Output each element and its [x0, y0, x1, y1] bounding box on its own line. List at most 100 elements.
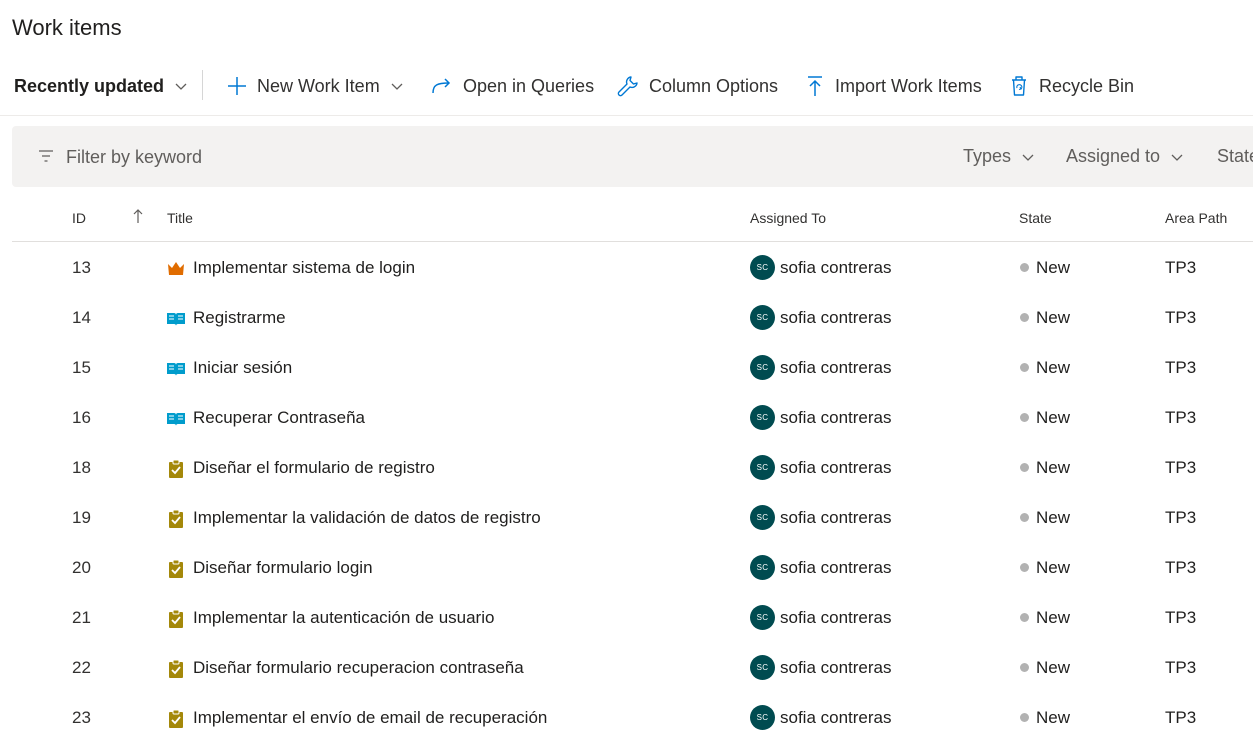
table-row[interactable]: 13 Implementar sistema de login SC sofia co… [0, 244, 1253, 294]
user-story-icon [166, 309, 186, 329]
work-item-title-link[interactable]: Implementar la autenticación de usuario [193, 608, 494, 628]
column-options-label: Column Options [649, 75, 779, 96]
types-filter-dropdown[interactable]: Types [963, 146, 1035, 167]
chevron-down-icon [175, 83, 187, 90]
area-path: TP3 [1165, 658, 1197, 677]
assigned-to-name: sofia contreras [780, 458, 892, 477]
state-dot-icon [1020, 663, 1029, 672]
area-path: TP3 [1165, 308, 1197, 327]
work-item-title-link[interactable]: Diseñar formulario recuperacion contrase… [193, 658, 524, 678]
state-label: New [1036, 458, 1071, 477]
work-item-id: 13 [72, 258, 91, 277]
avatar: SC [750, 455, 775, 480]
work-item-title-link[interactable]: Implementar sistema de login [193, 258, 415, 278]
work-item-title-link[interactable]: Registrarme [193, 308, 286, 328]
sort-ascending-icon[interactable] [133, 208, 143, 224]
work-item-title-link[interactable]: Implementar el envío de email de recuper… [193, 708, 547, 728]
table-row[interactable]: 18 Diseñar el formulario de registro SC sof… [0, 444, 1253, 494]
assigned-to-name: sofia contreras [780, 358, 892, 377]
state-dot-icon [1020, 313, 1029, 322]
toolbar: Recently updated New Work Item Open in Q… [0, 66, 1253, 106]
table-row[interactable]: 22 Diseñar formulario recuperacion contra… [0, 644, 1253, 694]
new-work-item-button[interactable]: New Work Item [227, 76, 404, 97]
wrench-icon [617, 76, 638, 97]
import-work-items-label: Import Work Items [835, 75, 982, 96]
task-icon [166, 709, 186, 729]
import-work-items-button[interactable]: Import Work Items [805, 75, 982, 97]
recycle-bin-icon [1012, 76, 1026, 96]
state-label: New [1036, 408, 1071, 427]
filter-keyword-input[interactable] [66, 144, 666, 170]
share-arrow-icon [432, 78, 451, 94]
area-path: TP3 [1165, 258, 1197, 277]
work-item-title-link[interactable]: Diseñar el formulario de registro [193, 458, 435, 478]
assigned-to-name: sofia contreras [780, 608, 892, 627]
open-in-queries-button[interactable]: Open in Queries [431, 76, 594, 97]
work-item-title-link[interactable]: Diseñar formulario login [193, 558, 373, 578]
work-item-id: 16 [72, 408, 91, 427]
avatar: SC [750, 255, 775, 280]
avatar: SC [750, 305, 775, 330]
column-header-area-path[interactable]: Area Path [1165, 210, 1227, 226]
area-path: TP3 [1165, 358, 1197, 377]
recycle-bin-label: Recycle Bin [1039, 75, 1135, 96]
state-dot-icon [1020, 563, 1029, 572]
assigned-to-name: sofia contreras [780, 708, 892, 727]
state-label: New [1036, 258, 1071, 277]
assigned-to-name: sofia contreras [780, 558, 892, 577]
open-in-queries-label: Open in Queries [463, 75, 595, 96]
assigned-to-name: sofia contreras [780, 658, 892, 677]
view-selector-dropdown[interactable]: Recently updated [14, 76, 188, 97]
epic-icon [166, 259, 186, 279]
table-row[interactable]: 16 Recuperar Contraseña SC sofia contreras N… [0, 394, 1253, 444]
state-dot-icon [1020, 513, 1029, 522]
assigned-to-filter-label: Assigned to [1066, 146, 1161, 166]
chevron-down-icon [1022, 154, 1034, 161]
state-label: New [1036, 658, 1071, 677]
task-icon [166, 609, 186, 629]
table-row[interactable]: 21 Implementar la autenticación de usuari… [0, 594, 1253, 644]
table-row[interactable]: 19 Implementar la validación de datos de … [0, 494, 1253, 544]
recycle-bin-button[interactable]: Recycle Bin [1009, 75, 1134, 97]
state-dot-icon [1020, 613, 1029, 622]
table-header: ID Title Assigned To State Area Path [12, 198, 1253, 242]
work-item-id: 15 [72, 358, 91, 377]
user-story-icon [166, 359, 186, 379]
table-row[interactable]: 14 Registrarme SC sofia contreras New TP3 [0, 294, 1253, 344]
new-work-item-label: New Work Item [257, 75, 380, 96]
state-label: New [1036, 558, 1071, 577]
column-options-button[interactable]: Column Options [617, 75, 778, 97]
state-label: New [1036, 358, 1071, 377]
task-icon [166, 559, 186, 579]
area-path: TP3 [1165, 408, 1197, 427]
avatar: SC [750, 405, 775, 430]
avatar: SC [750, 655, 775, 680]
area-path: TP3 [1165, 508, 1197, 527]
column-header-id[interactable]: ID [72, 210, 86, 226]
work-item-title-link[interactable]: Recuperar Contraseña [193, 408, 365, 428]
page-title: Work items [12, 15, 122, 40]
work-item-title-link[interactable]: Iniciar sesión [193, 358, 292, 378]
work-item-title-link[interactable]: Implementar la validación de datos de re… [193, 508, 541, 528]
filter-bar: Types Assigned to State [12, 126, 1253, 187]
plus-icon [228, 77, 246, 95]
filter-icon [39, 150, 53, 162]
area-path: TP3 [1165, 608, 1197, 627]
column-header-title[interactable]: Title [167, 210, 193, 226]
chevron-down-icon [391, 83, 403, 90]
work-item-id: 19 [72, 508, 91, 527]
state-dot-icon [1020, 413, 1029, 422]
area-path: TP3 [1165, 558, 1197, 577]
assigned-to-filter-dropdown[interactable]: Assigned to [1066, 146, 1184, 167]
avatar: SC [750, 605, 775, 630]
state-filter-dropdown[interactable]: State [1217, 146, 1253, 167]
state-dot-icon [1020, 463, 1029, 472]
table-row[interactable]: 15 Iniciar sesión SC sofia contreras New TP3 [0, 344, 1253, 394]
column-header-state[interactable]: State [1019, 210, 1052, 226]
state-dot-icon [1020, 363, 1029, 372]
table-row[interactable]: 23 Implementar el envío de email de recup… [0, 694, 1253, 744]
table-row[interactable]: 20 Diseñar formulario login SC sofia contre… [0, 544, 1253, 594]
task-icon [166, 659, 186, 679]
toolbar-separator [0, 115, 1253, 116]
column-header-assigned-to[interactable]: Assigned To [750, 210, 826, 226]
